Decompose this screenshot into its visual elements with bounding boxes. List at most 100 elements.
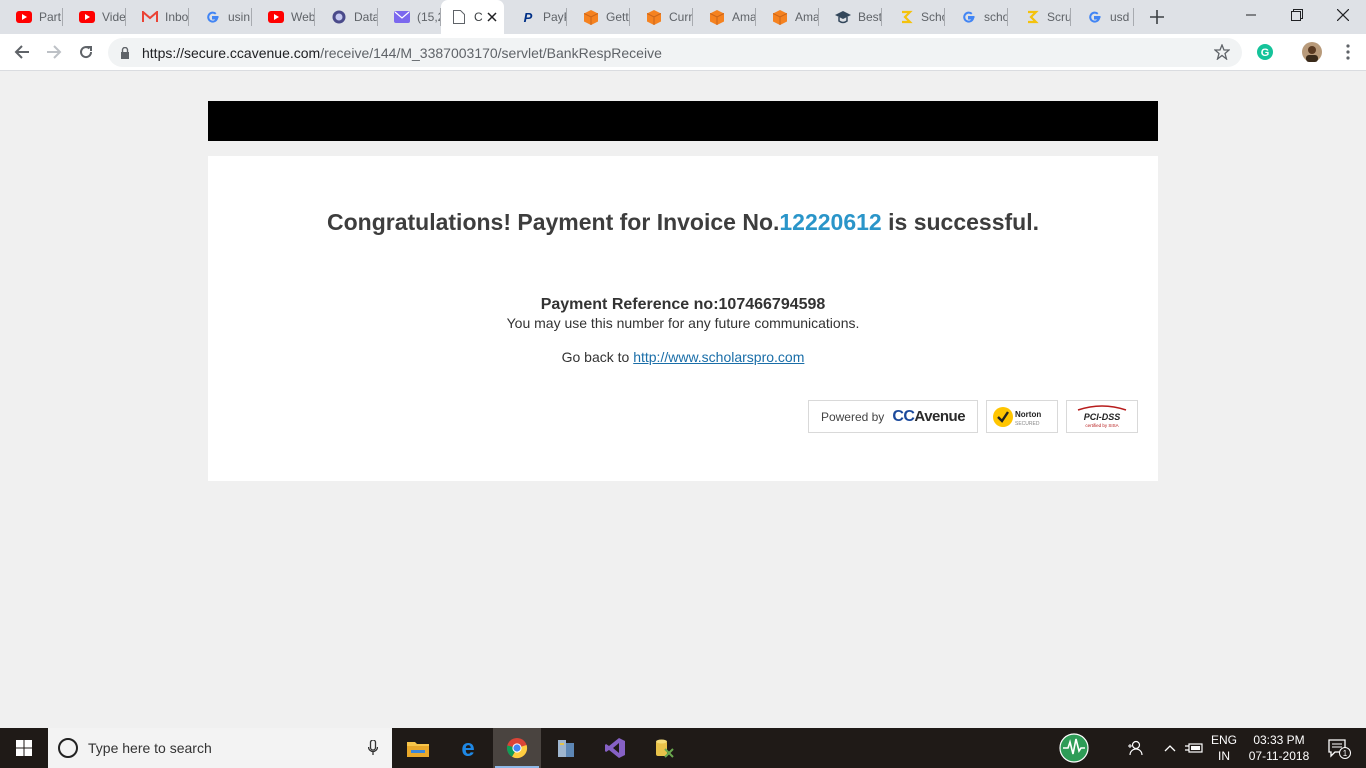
tab[interactable]: Data — [315, 0, 378, 34]
chrome-app[interactable] — [493, 728, 541, 768]
tab-title: Scho — [921, 10, 945, 24]
input-language-indicator[interactable]: ENG IN — [1206, 732, 1242, 764]
tab[interactable]: Vide — [63, 0, 126, 34]
tab[interactable]: P PayP — [504, 0, 567, 34]
server-tool-app[interactable] — [542, 728, 590, 768]
visual-studio-app[interactable] — [591, 728, 639, 768]
tab[interactable]: Best — [819, 0, 882, 34]
address-bar[interactable]: https://secure.ccavenue.com/receive/144/… — [108, 38, 1242, 67]
tab-title: scho — [984, 10, 1008, 24]
grammarly-extension-button[interactable]: G — [1251, 38, 1279, 66]
chrome-icon — [506, 738, 528, 759]
tab[interactable]: Gett — [567, 0, 630, 34]
pci-dss-logo: PCI-DSS certified by SISA — [1077, 404, 1127, 428]
forward-button[interactable] — [40, 38, 68, 66]
tray-health-app[interactable] — [1052, 728, 1096, 768]
svg-text:certified by SISA: certified by SISA — [1085, 423, 1118, 428]
show-hidden-icons-button[interactable] — [1158, 728, 1182, 768]
tab-title: Best — [858, 10, 882, 24]
server-icon — [558, 740, 574, 757]
success-headline: Congratulations! Payment for Invoice No.… — [208, 209, 1158, 236]
tab-title: Curr — [669, 10, 693, 24]
clock-date: 07-11-2018 — [1248, 749, 1310, 763]
tab-title: Data — [354, 10, 378, 24]
tab-title: Vide — [102, 10, 126, 24]
google-icon — [1087, 9, 1103, 25]
go-back-line: Go back to http://www.scholarspro.com — [208, 349, 1158, 365]
windows-taskbar: Type here to search e ENG IN 03:33 PM 07… — [0, 728, 1366, 768]
powered-by-ccavenue-badge[interactable]: Powered by CCAvenue — [808, 400, 978, 433]
scholars-icon — [898, 9, 914, 25]
url-host: https://secure.ccavenue.com — [142, 44, 321, 61]
edge-app[interactable]: e — [444, 728, 492, 768]
youtube-icon — [79, 9, 95, 25]
tab-title: Inbo — [165, 10, 189, 24]
database-tool-app[interactable] — [640, 728, 688, 768]
action-center-button[interactable]: 1 — [1318, 728, 1358, 768]
clock-time: 03:33 PM — [1253, 733, 1305, 747]
payment-result-card: Congratulations! Payment for Invoice No.… — [208, 156, 1158, 481]
go-back-link[interactable]: http://www.scholarspro.com — [633, 349, 804, 365]
tab[interactable]: Inbo — [126, 0, 189, 34]
box-icon — [772, 9, 788, 25]
tab[interactable]: Scru — [1008, 0, 1071, 34]
browser-menu-button[interactable] — [1334, 38, 1362, 66]
profile-avatar-button[interactable] — [1298, 38, 1326, 66]
bookmark-star-icon[interactable] — [1214, 44, 1230, 60]
taskbar-search-box[interactable]: Type here to search — [48, 728, 392, 768]
norton-secured-badge[interactable]: Norton SECURED — [986, 400, 1058, 433]
invoice-number: 12220612 — [779, 209, 882, 235]
box-icon — [709, 9, 725, 25]
go-back-label: Go back to — [561, 349, 634, 365]
google-icon — [205, 9, 221, 25]
youtube-icon — [268, 9, 284, 25]
tab[interactable]: Part — [0, 0, 63, 34]
tab[interactable]: (15,2 — [378, 0, 441, 34]
tab-title: Ama — [795, 10, 819, 24]
people-button[interactable] — [1120, 728, 1150, 768]
file-explorer-app[interactable] — [394, 728, 442, 768]
tab-active[interactable]: C — [441, 0, 504, 34]
grad-cap-icon — [835, 9, 851, 25]
tab-title: Scru — [1047, 10, 1071, 24]
tab[interactable]: Scho — [882, 0, 945, 34]
ccavenue-logo: CCAvenue — [892, 407, 966, 425]
restore-button[interactable] — [1274, 0, 1320, 30]
search-placeholder: Type here to search — [88, 740, 212, 756]
new-tab-button[interactable] — [1142, 0, 1172, 34]
minimize-button[interactable] — [1228, 0, 1274, 30]
power-status-button[interactable] — [1182, 728, 1206, 768]
close-tab-icon[interactable] — [487, 9, 497, 25]
tab[interactable]: scho — [945, 0, 1008, 34]
svg-text:SECURED: SECURED — [1015, 421, 1040, 427]
back-arrow-icon — [14, 45, 29, 59]
svg-text:1: 1 — [1343, 749, 1348, 758]
tab-title: Ama — [732, 10, 756, 24]
close-window-button[interactable] — [1320, 0, 1366, 30]
headline-suffix: is successful. — [881, 209, 1039, 235]
battery-plug-icon — [1185, 743, 1203, 753]
tab[interactable]: Ama — [693, 0, 756, 34]
paypal-icon: P — [520, 9, 536, 25]
url-path: /receive/144/M_3387003170/servlet/BankRe… — [320, 44, 662, 61]
pci-dss-badge[interactable]: PCI-DSS certified by SISA — [1066, 400, 1138, 433]
reload-button[interactable] — [72, 38, 100, 66]
tab[interactable]: Web — [252, 0, 315, 34]
tab-title: PayP — [543, 10, 567, 24]
svg-text:Norton: Norton — [1015, 410, 1041, 419]
globe-icon — [331, 9, 347, 25]
start-button[interactable] — [0, 728, 48, 768]
tab[interactable]: Curr — [630, 0, 693, 34]
back-button[interactable] — [8, 38, 36, 66]
tab-title: (15,2 — [417, 10, 441, 24]
tab[interactable]: usin — [189, 0, 252, 34]
avatar-icon — [1302, 42, 1322, 62]
gmail-icon — [142, 9, 158, 25]
youtube-icon — [16, 9, 32, 25]
forward-arrow-icon — [47, 45, 62, 59]
system-clock[interactable]: 03:33 PM 07-11-2018 — [1244, 732, 1314, 764]
tab[interactable]: usd — [1071, 0, 1134, 34]
tab[interactable]: Ama — [756, 0, 819, 34]
tab-title: usin — [228, 10, 251, 24]
microphone-icon[interactable] — [368, 740, 378, 756]
